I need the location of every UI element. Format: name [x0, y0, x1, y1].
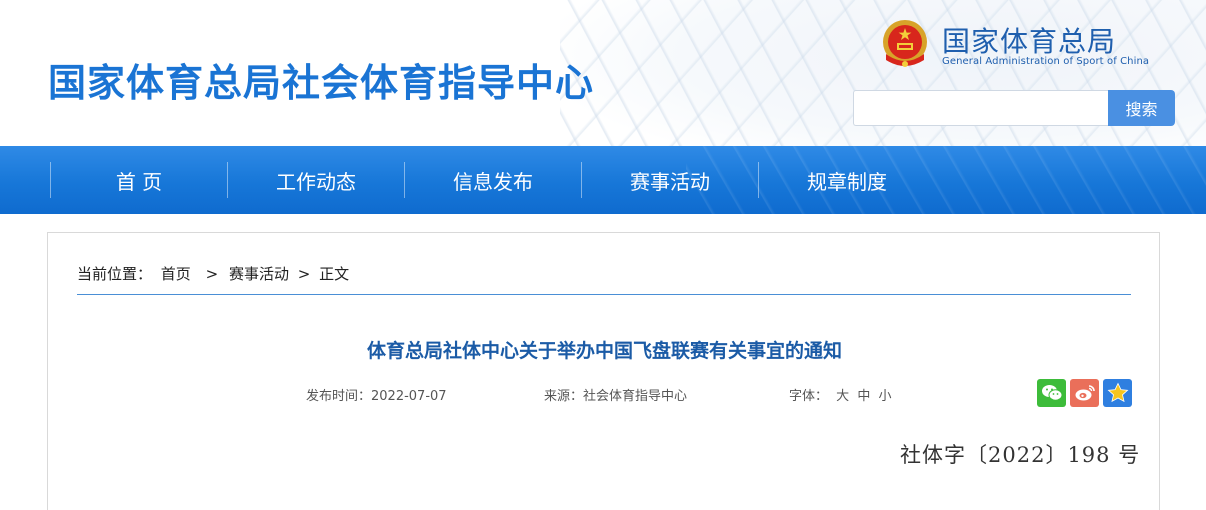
share-wechat-button[interactable] [1037, 379, 1066, 407]
share-buttons [1037, 379, 1132, 407]
wechat-icon [1041, 385, 1062, 401]
national-emblem-icon [883, 20, 927, 67]
nav-item-regulations[interactable]: 规章制度 [758, 162, 935, 198]
publish-date: 发布时间：2022-07-07 [306, 389, 447, 404]
nav-item-info-release[interactable]: 信息发布 [404, 162, 581, 198]
nav-list: 首 页 工作动态 信息发布 赛事活动 规章制度 [50, 162, 935, 198]
article-title: 体育总局社体中心关于举办中国飞盘联赛有关事宜的通知 [366, 340, 842, 362]
breadcrumb-current: 正文 [319, 265, 350, 283]
breadcrumb-prefix: 当前位置： [77, 265, 153, 283]
breadcrumb-separator: > [297, 265, 311, 283]
nav-item-events[interactable]: 赛事活动 [581, 162, 758, 198]
breadcrumb-section-link[interactable]: 赛事活动 [229, 265, 289, 283]
brand-name-en: General Administration of Sport of China [942, 56, 1150, 67]
article-container: 当前位置： 首页 > 赛事活动 > 正文 体育总局社体中心关于举办中国飞盘联赛有… [47, 232, 1160, 510]
qzone-icon [1107, 382, 1128, 403]
nav-item-home[interactable]: 首 页 [50, 162, 227, 198]
brand-logo[interactable]: 国家体育总局 General Administration of Sport o… [880, 18, 1150, 74]
document-number: 社体字〔2022〕198 号 [900, 443, 1141, 467]
breadcrumb-separator: > [205, 265, 219, 283]
breadcrumb-home-link[interactable]: 首页 [161, 265, 191, 283]
breadcrumb: 当前位置： 首页 > 赛事活动 > 正文 [77, 263, 353, 284]
search-bar: 搜索 [853, 90, 1175, 126]
share-weibo-button[interactable] [1070, 379, 1099, 407]
article-source: 来源：社会体育指导中心 [544, 389, 688, 404]
share-qzone-button[interactable] [1103, 379, 1132, 407]
font-size-small[interactable]: 小 [878, 389, 891, 404]
site-header: 国家体育总局社会体育指导中心 国家体育总局 General Administra… [0, 0, 1206, 146]
font-size-selector: 字体： 大 中 小 [789, 385, 891, 404]
font-size-label: 字体： [789, 389, 829, 404]
breadcrumb-divider [77, 294, 1131, 295]
main-nav: 首 页 工作动态 信息发布 赛事活动 规章制度 [0, 146, 1206, 214]
weibo-icon [1075, 385, 1095, 401]
font-size-medium[interactable]: 中 [857, 389, 870, 404]
brand-name-cn: 国家体育总局 [942, 25, 1117, 58]
search-button[interactable]: 搜索 [1108, 90, 1175, 126]
nav-item-work-news[interactable]: 工作动态 [227, 162, 404, 198]
search-input[interactable] [853, 90, 1109, 126]
site-title[interactable]: 国家体育总局社会体育指导中心 [48, 52, 594, 107]
font-size-large[interactable]: 大 [836, 389, 849, 404]
